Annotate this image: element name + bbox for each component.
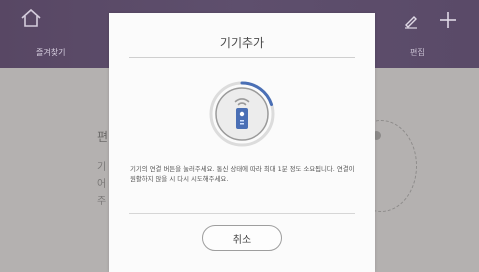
background-line: 기 [97,162,107,173]
background-heading: 편 [97,130,109,144]
dialog-message: 기기의 연결 버튼을 눌러주세요. 통신 상태에 따라 최대 1분 정도 소요됩… [130,165,355,183]
dialog-title: 기기추가 [219,36,265,50]
plus-icon[interactable] [438,10,458,30]
background-line: 어 [97,179,107,190]
cancel-button[interactable]: 취소 [202,225,282,251]
tab-favorites[interactable]: 즐겨찾기 [36,47,65,58]
tab-edit[interactable]: 편집 [410,47,425,58]
connection-progress-graphic [209,81,275,147]
home-icon[interactable] [20,8,42,28]
add-device-dialog: 기기추가 기기의 연결 버튼을 눌러주세요. 통신 상태에 따라 최대 1분 정… [109,13,375,272]
remote-device-icon [236,108,248,129]
message-divider [129,213,355,214]
background-line: 주 [97,196,107,207]
title-divider [129,57,355,58]
pencil-icon[interactable] [403,13,419,29]
